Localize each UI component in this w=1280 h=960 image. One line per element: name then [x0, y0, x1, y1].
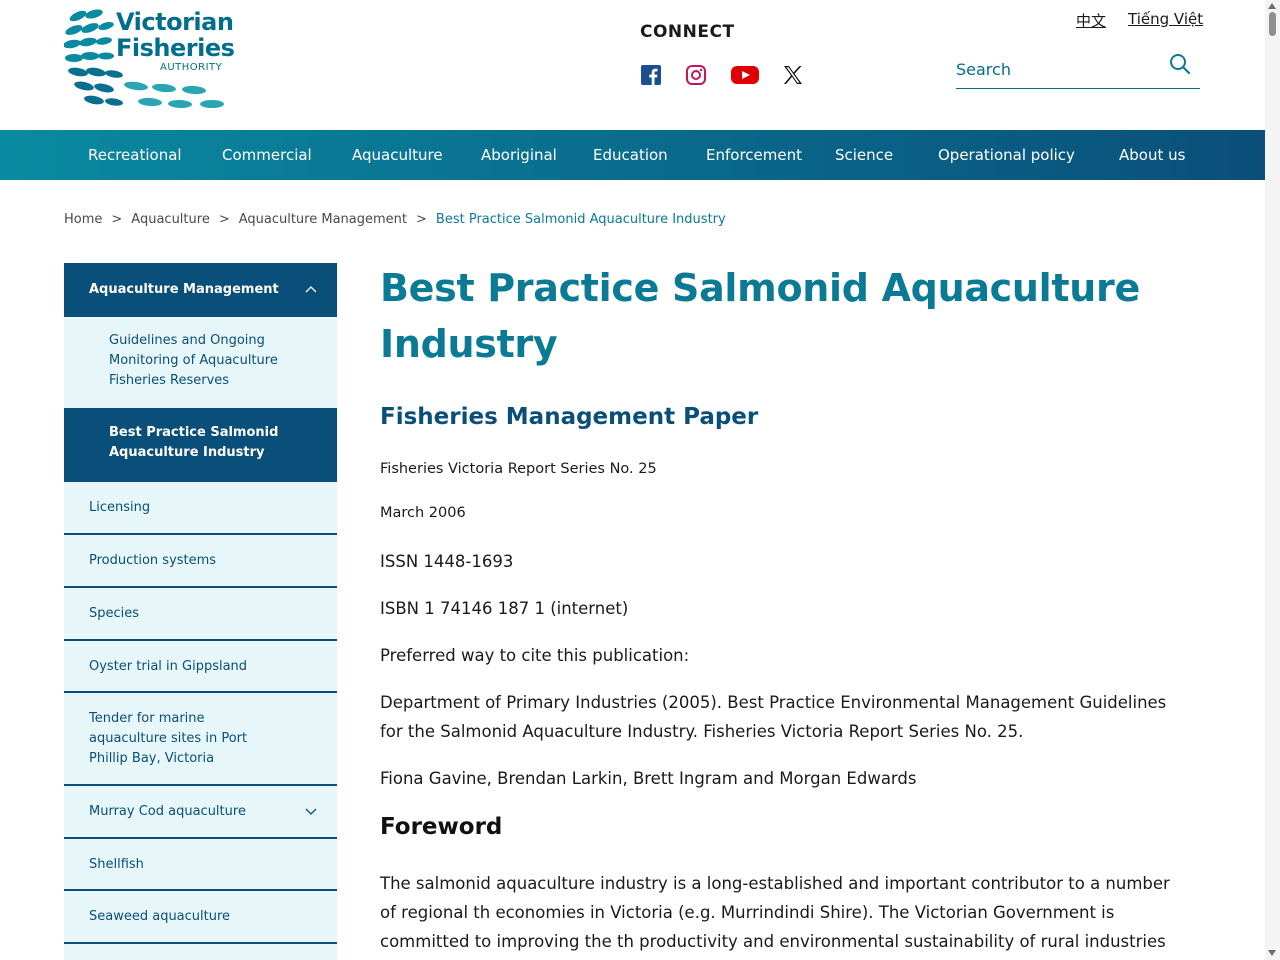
instagram-icon[interactable] — [683, 62, 709, 88]
logo-line1: Victorian — [116, 8, 234, 36]
breadcrumb-separator: > — [218, 212, 230, 227]
page-subtitle: Fisheries Management Paper — [380, 404, 759, 430]
logo-line3: AUTHORITY — [160, 62, 223, 73]
breadcrumb-aquaculture[interactable]: Aquaculture — [131, 212, 210, 227]
connect-title: CONNECT — [640, 22, 735, 42]
breadcrumb-current: Best Practice Salmonid Aquaculture Indus… — [435, 212, 726, 227]
sidebar-item-label: Licensing — [89, 500, 151, 515]
sidebar-item-partial[interactable] — [64, 944, 337, 960]
scroll-down-icon[interactable] — [1268, 950, 1276, 956]
nav-item-enforcement[interactable]: Enforcement — [706, 130, 802, 180]
sidebar-item-label: Murray Cod aquaculture — [89, 804, 246, 819]
sidebar-item-seaweed[interactable]: Seaweed aquaculture — [64, 891, 337, 944]
page-title: Best Practice Salmonid Aquaculture Indus… — [380, 266, 1140, 366]
sidebar-section-aquaculture-management[interactable]: Aquaculture Management — [64, 263, 337, 317]
sidebar-item-species[interactable]: Species — [64, 588, 337, 641]
isbn: ISBN 1 74146 187 1 (internet) — [380, 599, 629, 618]
foreword-heading: Foreword — [380, 814, 503, 840]
fish-trail-icon — [124, 81, 224, 109]
site-header: Victorian Fisheries AUTHORITY CONNECT 中文… — [0, 0, 1265, 130]
scrollbar-thumb[interactable] — [1269, 12, 1276, 36]
sidebar-item-oyster-trial[interactable]: Oyster trial in Gippsland — [64, 641, 337, 693]
nav-item-about-us[interactable]: About us — [1119, 130, 1185, 180]
language-chinese-link[interactable]: 中文 — [1076, 10, 1106, 31]
citation: Department of Primary Industries (2005).… — [380, 693, 1167, 741]
sidebar-item-shellfish[interactable]: Shellfish — [64, 839, 337, 891]
youtube-icon[interactable] — [730, 62, 760, 88]
sidebar-item-tender[interactable]: Tender for marine aquaculture sites in P… — [64, 693, 337, 786]
nav-item-science[interactable]: Science — [835, 130, 893, 180]
search-icon[interactable] — [1168, 52, 1192, 76]
sidebar-item-label: Production systems — [89, 553, 217, 568]
sidebar-item-murray-cod[interactable]: Murray Cod aquaculture — [64, 786, 337, 839]
main-nav: Recreational Commercial Aquaculture Abor… — [0, 130, 1265, 180]
breadcrumb: Home > Aquaculture > Aquaculture Management >… — [64, 212, 726, 227]
main-content: Best Practice Salmonid Aquaculture Indus… — [380, 260, 1180, 951]
sidebar-item-label: Oyster trial in Gippsland — [89, 658, 248, 674]
sidebar-item-guidelines[interactable]: Guidelines and Ongoing Monitoring of Aqu… — [64, 317, 337, 408]
search-input[interactable] — [956, 56, 1156, 82]
breadcrumb-separator: > — [416, 212, 427, 227]
page-scrollbar[interactable] — [1265, 0, 1280, 960]
nav-item-aboriginal[interactable]: Aboriginal — [481, 130, 557, 180]
scroll-up-icon[interactable] — [1268, 3, 1276, 9]
nav-item-commercial[interactable]: Commercial — [222, 130, 312, 180]
site-logo[interactable]: Victorian Fisheries AUTHORITY — [64, 6, 235, 116]
sidebar-item-production-systems[interactable]: Production systems — [64, 535, 337, 588]
authors: Fiona Gavine, Brendan Larkin, Brett Ingr… — [380, 769, 917, 788]
chevron-down-icon[interactable] — [305, 808, 317, 816]
sidebar-item-label: Shellfish — [89, 856, 144, 872]
issn: ISSN 1448-1693 — [380, 552, 514, 571]
sidebar-item-label: Tender for marine aquaculture sites in P… — [89, 710, 248, 766]
nav-item-recreational[interactable]: Recreational — [88, 130, 182, 180]
logo-line2: Fisheries — [116, 34, 235, 62]
nav-item-operational-policy[interactable]: Operational policy — [938, 130, 1075, 180]
search-box — [956, 50, 1200, 89]
report-series: Fisheries Victoria Report Series No. 25 — [380, 461, 657, 477]
publication-date: March 2006 — [380, 505, 466, 521]
sidebar-item-licensing[interactable]: Licensing — [64, 482, 337, 535]
fish-school-logo-icon — [64, 9, 123, 106]
breadcrumb-home[interactable]: Home — [64, 212, 102, 227]
sidebar-section-label: Aquaculture Management — [89, 282, 279, 297]
foreword-text: The salmonid aquaculture industry is a l… — [380, 874, 1170, 951]
sidebar-nav: Aquaculture Management Guidelines and On… — [64, 263, 337, 960]
language-vietnamese-link[interactable]: Tiếng Việt — [1128, 10, 1203, 28]
chevron-up-icon[interactable] — [305, 285, 317, 293]
facebook-icon[interactable] — [638, 62, 664, 88]
breadcrumb-separator: > — [111, 212, 123, 227]
sidebar-item-label: Seaweed aquaculture — [89, 909, 231, 924]
sidebar-item-label: Species — [89, 606, 140, 621]
nav-item-aquaculture[interactable]: Aquaculture — [352, 130, 443, 180]
sidebar-item-active[interactable]: Best Practice Salmonid Aquaculture Indus… — [64, 408, 337, 482]
x-icon[interactable] — [780, 62, 806, 88]
nav-item-education[interactable]: Education — [593, 130, 668, 180]
cite-label: Preferred way to cite this publication: — [380, 646, 690, 665]
breadcrumb-aquaculture-management[interactable]: Aquaculture Management — [239, 212, 407, 227]
